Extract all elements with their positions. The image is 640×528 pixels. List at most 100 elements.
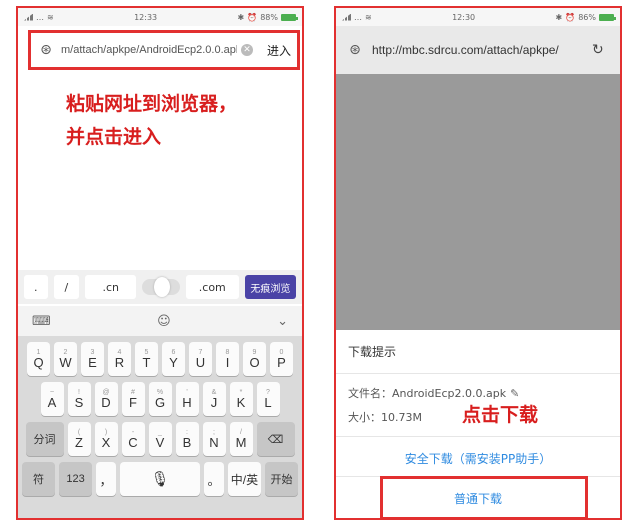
wifi-icon: ≋ <box>47 12 54 22</box>
cn-key[interactable]: .cn <box>85 275 137 299</box>
key-i[interactable]: 8I <box>216 342 239 376</box>
key-q[interactable]: 1Q <box>27 342 50 376</box>
highlight-box <box>380 476 588 518</box>
download-dialog: 下载提示 文件名：AndroidEcp2.0.0.apk ✎ 大小：10.73M … <box>336 330 620 518</box>
key-label: E <box>88 354 97 370</box>
right-phone-screen: … ≋ 12:30 ✱ ⏰ 86% ⊛ http://mbc.sdrcu.com… <box>334 6 622 520</box>
com-key[interactable]: .com <box>185 275 239 299</box>
key-label: Q <box>33 354 44 370</box>
click-download-hint: 点击下载 <box>462 404 539 426</box>
key-v[interactable]: _ V <box>148 422 172 456</box>
wifi-icon: ≋ <box>365 12 372 22</box>
key-k[interactable]: * K <box>229 382 253 416</box>
instruction-text: 粘贴网址到浏览器， 并点击进入 <box>66 88 237 154</box>
start-key[interactable]: 开始 <box>264 462 298 496</box>
key-label: J <box>210 394 218 410</box>
key-label: T <box>142 354 151 370</box>
status-bar: … ≋ 12:30 ✱ ⏰ 86% <box>336 8 620 26</box>
safe-download-button[interactable]: 安全下载（需安装PP助手） <box>336 436 620 480</box>
alarm-icon: ⏰ <box>247 12 258 22</box>
comma-key[interactable]: ， <box>96 462 117 496</box>
battery-icon <box>281 13 298 21</box>
key-t[interactable]: 5T <box>135 342 158 376</box>
period-key[interactable]: 。 <box>203 462 224 496</box>
key-x[interactable]: ) X <box>94 422 118 456</box>
address-bar[interactable]: ⊛ m/attach/apkpe/AndroidEcp2.0.0.apk ✕ 进… <box>28 30 300 70</box>
keyboard-row-2: ~ A! S @ D # F% G ' H & J * K? L <box>22 382 298 416</box>
key-label: V <box>155 434 165 450</box>
url-input[interactable]: m/attach/apkpe/AndroidEcp2.0.0.apk <box>61 44 237 56</box>
key-e[interactable]: 3E <box>81 342 104 376</box>
emoji-icon[interactable]: ☺ <box>157 314 171 329</box>
dot-key[interactable]: . <box>24 275 48 299</box>
key-label: X <box>101 434 111 450</box>
incognito-mask-icon: ⊛ <box>349 42 361 58</box>
key-label: M <box>235 434 247 450</box>
key-j[interactable]: & J <box>202 382 226 416</box>
key-g[interactable]: % G <box>148 382 172 416</box>
key-r[interactable]: 4R <box>108 342 131 376</box>
numbers-key[interactable]: 123 <box>59 462 93 496</box>
symbols-key[interactable]: 符 <box>22 462 56 496</box>
voice-space-key[interactable]: 🎙 <box>120 462 200 496</box>
backspace-icon: ⌫ <box>267 433 284 446</box>
key-l[interactable]: ? L <box>256 382 280 416</box>
key-o[interactable]: 9O <box>243 342 266 376</box>
key-label: F <box>129 394 137 410</box>
slash-key[interactable]: / <box>53 275 80 299</box>
language-switch-key[interactable]: 中/英 <box>227 462 261 496</box>
bluetooth-icon: ✱ <box>237 12 245 22</box>
battery-icon <box>599 13 616 21</box>
key-label: P <box>277 354 286 370</box>
key-h[interactable]: ' H <box>175 382 199 416</box>
key-y[interactable]: 6Y <box>162 342 185 376</box>
key-label: A <box>47 394 57 410</box>
segment-key[interactable]: 分词 <box>25 422 64 456</box>
dialog-title: 下载提示 <box>336 330 620 374</box>
instruction-line-1: 粘贴网址到浏览器， <box>66 93 238 115</box>
go-button[interactable]: 进入 <box>267 42 291 59</box>
signal-icon <box>342 13 351 21</box>
key-d[interactable]: @ D <box>94 382 118 416</box>
key-b[interactable]: :B <box>175 422 199 456</box>
key-label: U <box>195 354 206 370</box>
keyboard-row-4: 符 123 ， 🎙 。 中/英 开始 <box>22 462 298 496</box>
chevron-down-icon[interactable]: ⌄ <box>277 314 288 329</box>
key-label: Y <box>169 354 178 370</box>
key-n[interactable]: ; N <box>202 422 226 456</box>
key-p[interactable]: 0P <box>270 342 293 376</box>
url-display[interactable]: http://mbc.sdrcu.com/attach/apkpe/ <box>372 43 584 57</box>
keyboard-row-3: 分词 (Z) X - C _ V: B; N / M ⌫ <box>22 422 298 456</box>
backspace-key[interactable]: ⌫ <box>256 422 295 456</box>
key-label: H <box>182 394 192 410</box>
key-w[interactable]: 2W <box>54 342 77 376</box>
keyboard-toolbar: ⌨ ☺ ⌄ <box>18 306 302 336</box>
left-phone-screen: … ≋ 12:33 ✱ ⏰ 88% ⊛ m/attach/apkpe/Andro… <box>16 6 304 520</box>
key-label: I <box>225 354 230 370</box>
cursor-slider[interactable] <box>142 277 180 297</box>
key-label: G <box>154 394 166 410</box>
keyboard-icon[interactable]: ⌨ <box>32 314 51 329</box>
key-c[interactable]: -C <box>121 422 145 456</box>
key-label: K <box>236 394 246 410</box>
key-f[interactable]: # F <box>121 382 145 416</box>
alarm-icon: ⏰ <box>565 12 576 22</box>
clear-url-icon[interactable]: ✕ <box>240 44 253 56</box>
address-bar[interactable]: ⊛ http://mbc.sdrcu.com/attach/apkpe/ ↻ <box>336 26 620 74</box>
instruction-line-2: 并点击进入 <box>66 126 162 148</box>
key-s[interactable]: ! S <box>67 382 91 416</box>
incognito-button[interactable]: 无痕浏览 <box>244 275 296 299</box>
key-z[interactable]: (Z <box>67 422 91 456</box>
pencil-icon[interactable]: ✎ <box>510 387 519 400</box>
carrier-label: … <box>36 12 44 22</box>
key-a[interactable]: ~ A <box>40 382 64 416</box>
key-label: N <box>209 434 219 450</box>
key-label: C <box>128 434 138 450</box>
battery-percent: 88% <box>260 12 278 22</box>
bluetooth-icon: ✱ <box>555 12 563 22</box>
key-u[interactable]: 7U <box>189 342 212 376</box>
key-label: W <box>59 354 72 370</box>
key-m[interactable]: / M <box>229 422 253 456</box>
keyboard: 1Q2W3E4R5T6Y7U8I9O0P ~ A! S @ D # F% G ' H & J * K? L … <box>18 336 302 518</box>
reload-icon[interactable]: ↻ <box>592 42 604 58</box>
